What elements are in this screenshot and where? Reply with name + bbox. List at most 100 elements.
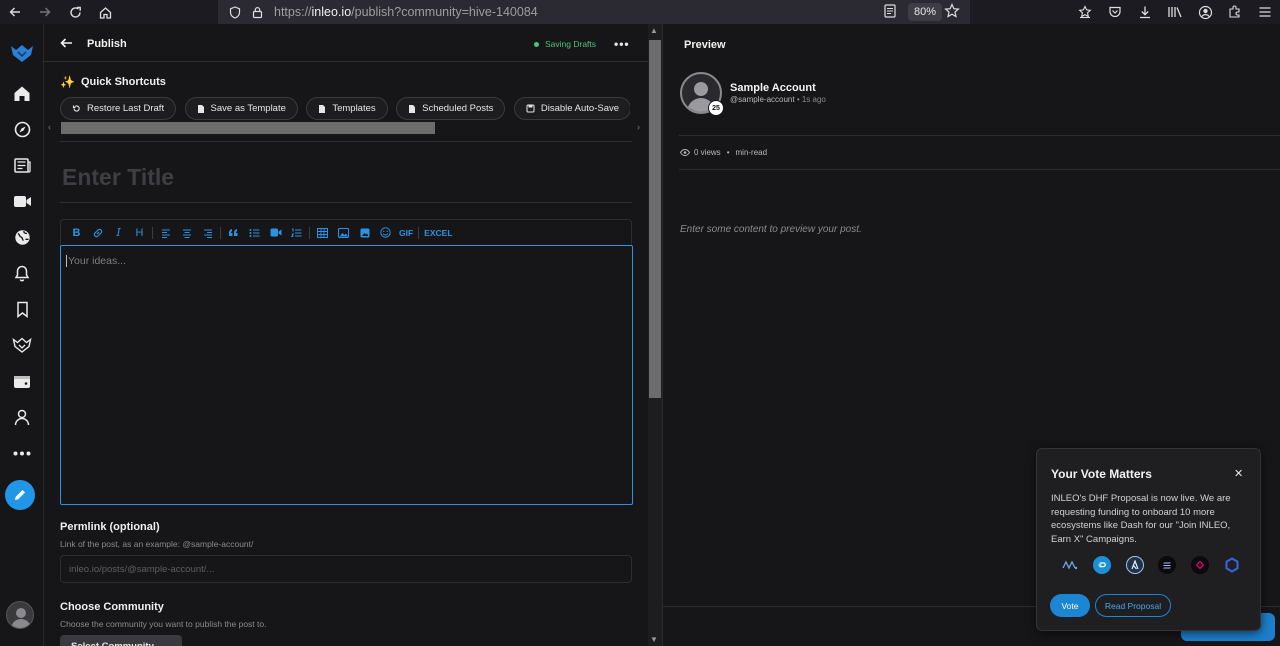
editor-header: Publish Saving Drafts ••• — [44, 24, 648, 62]
page-title: Publish — [87, 38, 127, 50]
permlink-hint: Link of the post, as an example: @sample… — [60, 539, 254, 549]
leo-token-icon[interactable] — [0, 330, 44, 360]
scroll-up-arrow-icon[interactable]: ▲ — [650, 26, 658, 35]
divider — [60, 202, 632, 203]
extensions-icon[interactable] — [1220, 0, 1250, 24]
bell-icon[interactable] — [0, 258, 44, 288]
restore-icon — [72, 104, 81, 113]
post-body-textarea[interactable]: Your ideas... — [60, 245, 633, 505]
home-button-icon[interactable] — [90, 0, 120, 24]
more-icon[interactable] — [0, 438, 44, 468]
italic-icon[interactable]: I — [108, 223, 129, 243]
align-right-icon[interactable] — [197, 223, 218, 243]
library-icon[interactable] — [1160, 0, 1190, 24]
toolbar-separator — [152, 226, 153, 239]
scroll-left-arrow-icon[interactable]: ‹ — [48, 122, 51, 132]
chip-label: Scheduled Posts — [422, 103, 494, 114]
upload-image-icon[interactable] — [354, 223, 375, 243]
url-text[interactable]: https://inleo.io/publish?community=hive-… — [274, 5, 538, 19]
reader-view-icon[interactable] — [884, 4, 896, 23]
views-count: 0 views — [694, 148, 721, 157]
title-input[interactable]: Enter Title — [62, 164, 174, 191]
user-icon[interactable] — [0, 402, 44, 432]
reputation-badge: 25 — [708, 100, 724, 116]
toolbar-separator — [309, 226, 310, 239]
heading-icon[interactable]: H — [129, 223, 150, 243]
newspaper-icon[interactable] — [0, 150, 44, 180]
preview-empty-message: Enter some content to preview your post. — [680, 224, 862, 235]
solana-logo-icon — [1158, 556, 1177, 574]
templates-button[interactable]: Templates — [306, 97, 388, 120]
toolbar-separator — [220, 226, 221, 239]
url-bar[interactable]: https://inleo.io/publish?community=hive-… — [218, 0, 970, 24]
zoom-level-badge[interactable]: 80% — [908, 3, 943, 21]
chainlink-logo-icon — [1223, 556, 1241, 574]
post-stats: 0 views • min-read — [680, 148, 767, 157]
bullet-list-icon[interactable] — [244, 223, 265, 243]
bookmark-star-icon[interactable] — [944, 3, 960, 24]
more-options-icon[interactable]: ••• — [614, 37, 630, 51]
scrollbar-thumb[interactable] — [649, 40, 661, 398]
bold-icon[interactable]: B — [66, 223, 87, 243]
quote-icon[interactable] — [223, 223, 244, 243]
file-icon — [408, 104, 416, 114]
align-left-icon[interactable] — [155, 223, 176, 243]
lock-icon[interactable] — [246, 0, 268, 24]
excel-button[interactable]: EXCEL — [421, 228, 455, 238]
community-hint: Choose the community you want to publish… — [60, 619, 267, 629]
link-icon[interactable] — [87, 223, 108, 243]
shortcut-chips: Restore Last Draft Save as Template Temp… — [60, 97, 630, 121]
reload-icon[interactable] — [60, 0, 90, 24]
saving-status: Saving Drafts — [534, 39, 596, 49]
stats-separator: • — [726, 148, 730, 157]
select-community-button[interactable]: Select Community — [60, 635, 182, 646]
status-dot-icon — [534, 41, 539, 47]
numbered-list-icon[interactable] — [286, 223, 307, 243]
author-handle[interactable]: @sample-account — [730, 95, 795, 104]
author-name[interactable]: Sample Account — [730, 82, 816, 94]
body-placeholder: Your ideas... — [66, 255, 126, 267]
align-center-icon[interactable] — [176, 223, 197, 243]
image-icon[interactable] — [333, 223, 354, 243]
gif-button[interactable]: GIF — [396, 228, 416, 238]
download-icon[interactable] — [1130, 0, 1160, 24]
scheduled-posts-button[interactable]: Scheduled Posts — [396, 97, 506, 120]
disable-auto-save-button[interactable]: Disable Auto-Save — [513, 97, 630, 120]
preview-title: Preview — [684, 39, 726, 51]
wallet-icon[interactable] — [0, 366, 44, 396]
back-arrow-icon[interactable] — [60, 36, 73, 54]
compose-pencil-button[interactable] — [5, 480, 35, 510]
menu-icon[interactable] — [1250, 0, 1280, 24]
chip-label: Save as Template — [210, 103, 286, 114]
save-as-template-button[interactable]: Save as Template — [184, 97, 298, 120]
vote-button[interactable]: Vote — [1050, 594, 1090, 617]
permlink-input[interactable]: inleo.io/posts/@sample-account/... — [60, 555, 632, 583]
scroll-down-arrow-icon[interactable]: ▼ — [650, 635, 658, 644]
polkadot-logo-icon — [1190, 556, 1209, 574]
scrollbar-thumb[interactable] — [61, 122, 435, 134]
account-icon[interactable] — [1190, 0, 1220, 24]
video-icon[interactable] — [0, 186, 44, 216]
pocket-star-icon[interactable] — [1070, 0, 1100, 24]
back-icon[interactable] — [0, 0, 30, 24]
close-icon[interactable]: ✕ — [1234, 467, 1243, 480]
shortcuts-scrollbar[interactable]: ‹ › — [48, 122, 640, 135]
leo-logo-icon[interactable] — [0, 38, 44, 68]
profile-avatar[interactable] — [6, 601, 34, 629]
forward-icon[interactable] — [30, 0, 60, 24]
divider — [60, 141, 632, 142]
emoji-icon[interactable] — [375, 223, 396, 243]
shield-icon[interactable] — [224, 0, 246, 24]
read-proposal-button[interactable]: Read Proposal — [1095, 594, 1171, 617]
compass-icon[interactable] — [0, 114, 44, 144]
file-icon — [318, 104, 326, 114]
video-embed-icon[interactable] — [265, 223, 286, 243]
restore-last-draft-button[interactable]: Restore Last Draft — [60, 97, 177, 120]
editor-scrollbar[interactable]: ▲ ▼ — [648, 24, 662, 646]
table-icon[interactable] — [312, 223, 333, 243]
bookmark-icon[interactable] — [0, 294, 44, 324]
globe-icon[interactable] — [0, 222, 44, 252]
pocket-icon[interactable] — [1100, 0, 1130, 24]
home-icon[interactable] — [0, 78, 44, 108]
scroll-right-arrow-icon[interactable]: › — [637, 122, 640, 132]
